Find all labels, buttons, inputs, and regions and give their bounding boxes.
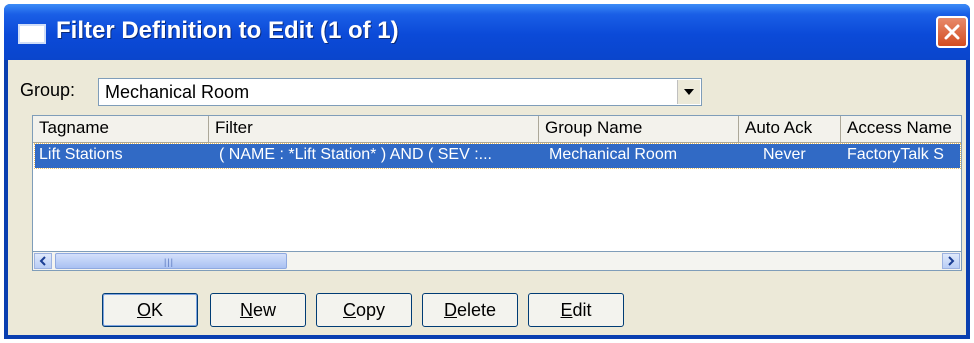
copy-label: opy <box>355 299 386 320</box>
close-button[interactable] <box>936 16 968 48</box>
new-button[interactable]: New <box>210 293 306 327</box>
chevron-down-icon <box>684 89 694 95</box>
window-icon <box>18 24 46 44</box>
edit-accel: E <box>560 299 573 320</box>
ok-label: K <box>151 299 164 320</box>
close-icon <box>944 24 960 40</box>
scroll-left-button[interactable] <box>34 253 52 269</box>
column-header-access-name[interactable]: Access Name <box>841 116 961 142</box>
group-dropdown[interactable]: Mechanical Room <box>98 78 702 106</box>
edit-button[interactable]: Edit <box>528 293 624 327</box>
new-label: ew <box>252 299 276 320</box>
group-label: Group: <box>20 80 76 100</box>
copy-button[interactable]: Copy <box>316 293 412 327</box>
dropdown-button[interactable] <box>677 80 700 104</box>
delete-accel: D <box>443 299 457 320</box>
cell-access-name: FactoryTalk S <box>847 146 944 163</box>
horizontal-scrollbar[interactable]: ||| <box>32 251 962 271</box>
title-bar[interactable]: Filter Definition to Edit (1 of 1) <box>4 4 970 60</box>
edit-label: dit <box>572 299 592 320</box>
column-header-auto-ack[interactable]: Auto Ack <box>739 116 841 142</box>
scroll-left-icon <box>39 256 46 266</box>
column-header-tagname[interactable]: Tagname <box>33 116 209 142</box>
cell-group-name: Mechanical Room <box>549 146 678 163</box>
dialog-window: Filter Definition to Edit (1 of 1) Group… <box>4 4 970 339</box>
ok-button[interactable]: OK <box>102 293 198 327</box>
cell-tagname: Lift Stations <box>39 146 123 163</box>
filter-list[interactable]: Tagname Filter Group Name Auto Ack Acces… <box>32 115 962 271</box>
copy-accel: C <box>342 299 356 320</box>
delete-label: elete <box>456 299 497 320</box>
list-header: Tagname Filter Group Name Auto Ack Acces… <box>33 116 961 143</box>
delete-button[interactable]: Delete <box>422 293 518 327</box>
column-header-group-name[interactable]: Group Name <box>539 116 739 142</box>
cell-auto-ack: Never <box>763 146 806 163</box>
scroll-right-button[interactable] <box>942 253 960 269</box>
cell-filter: ( NAME : *Lift Station* ) AND ( SEV :... <box>219 146 492 163</box>
table-row[interactable]: Lift Stations ( NAME : *Lift Station* ) … <box>34 143 961 169</box>
window-title: Filter Definition to Edit (1 of 1) <box>56 17 399 44</box>
ok-accel: O <box>136 299 151 320</box>
column-header-filter[interactable]: Filter <box>209 116 539 142</box>
new-accel: N <box>239 299 253 320</box>
scroll-thumb[interactable]: ||| <box>55 253 287 269</box>
scroll-right-icon <box>948 256 955 266</box>
scroll-grip-icon: ||| <box>164 257 175 267</box>
dialog-body: Group: Mechanical Room Tagname Filter Gr… <box>8 60 966 335</box>
group-selected-value: Mechanical Room <box>105 82 250 102</box>
